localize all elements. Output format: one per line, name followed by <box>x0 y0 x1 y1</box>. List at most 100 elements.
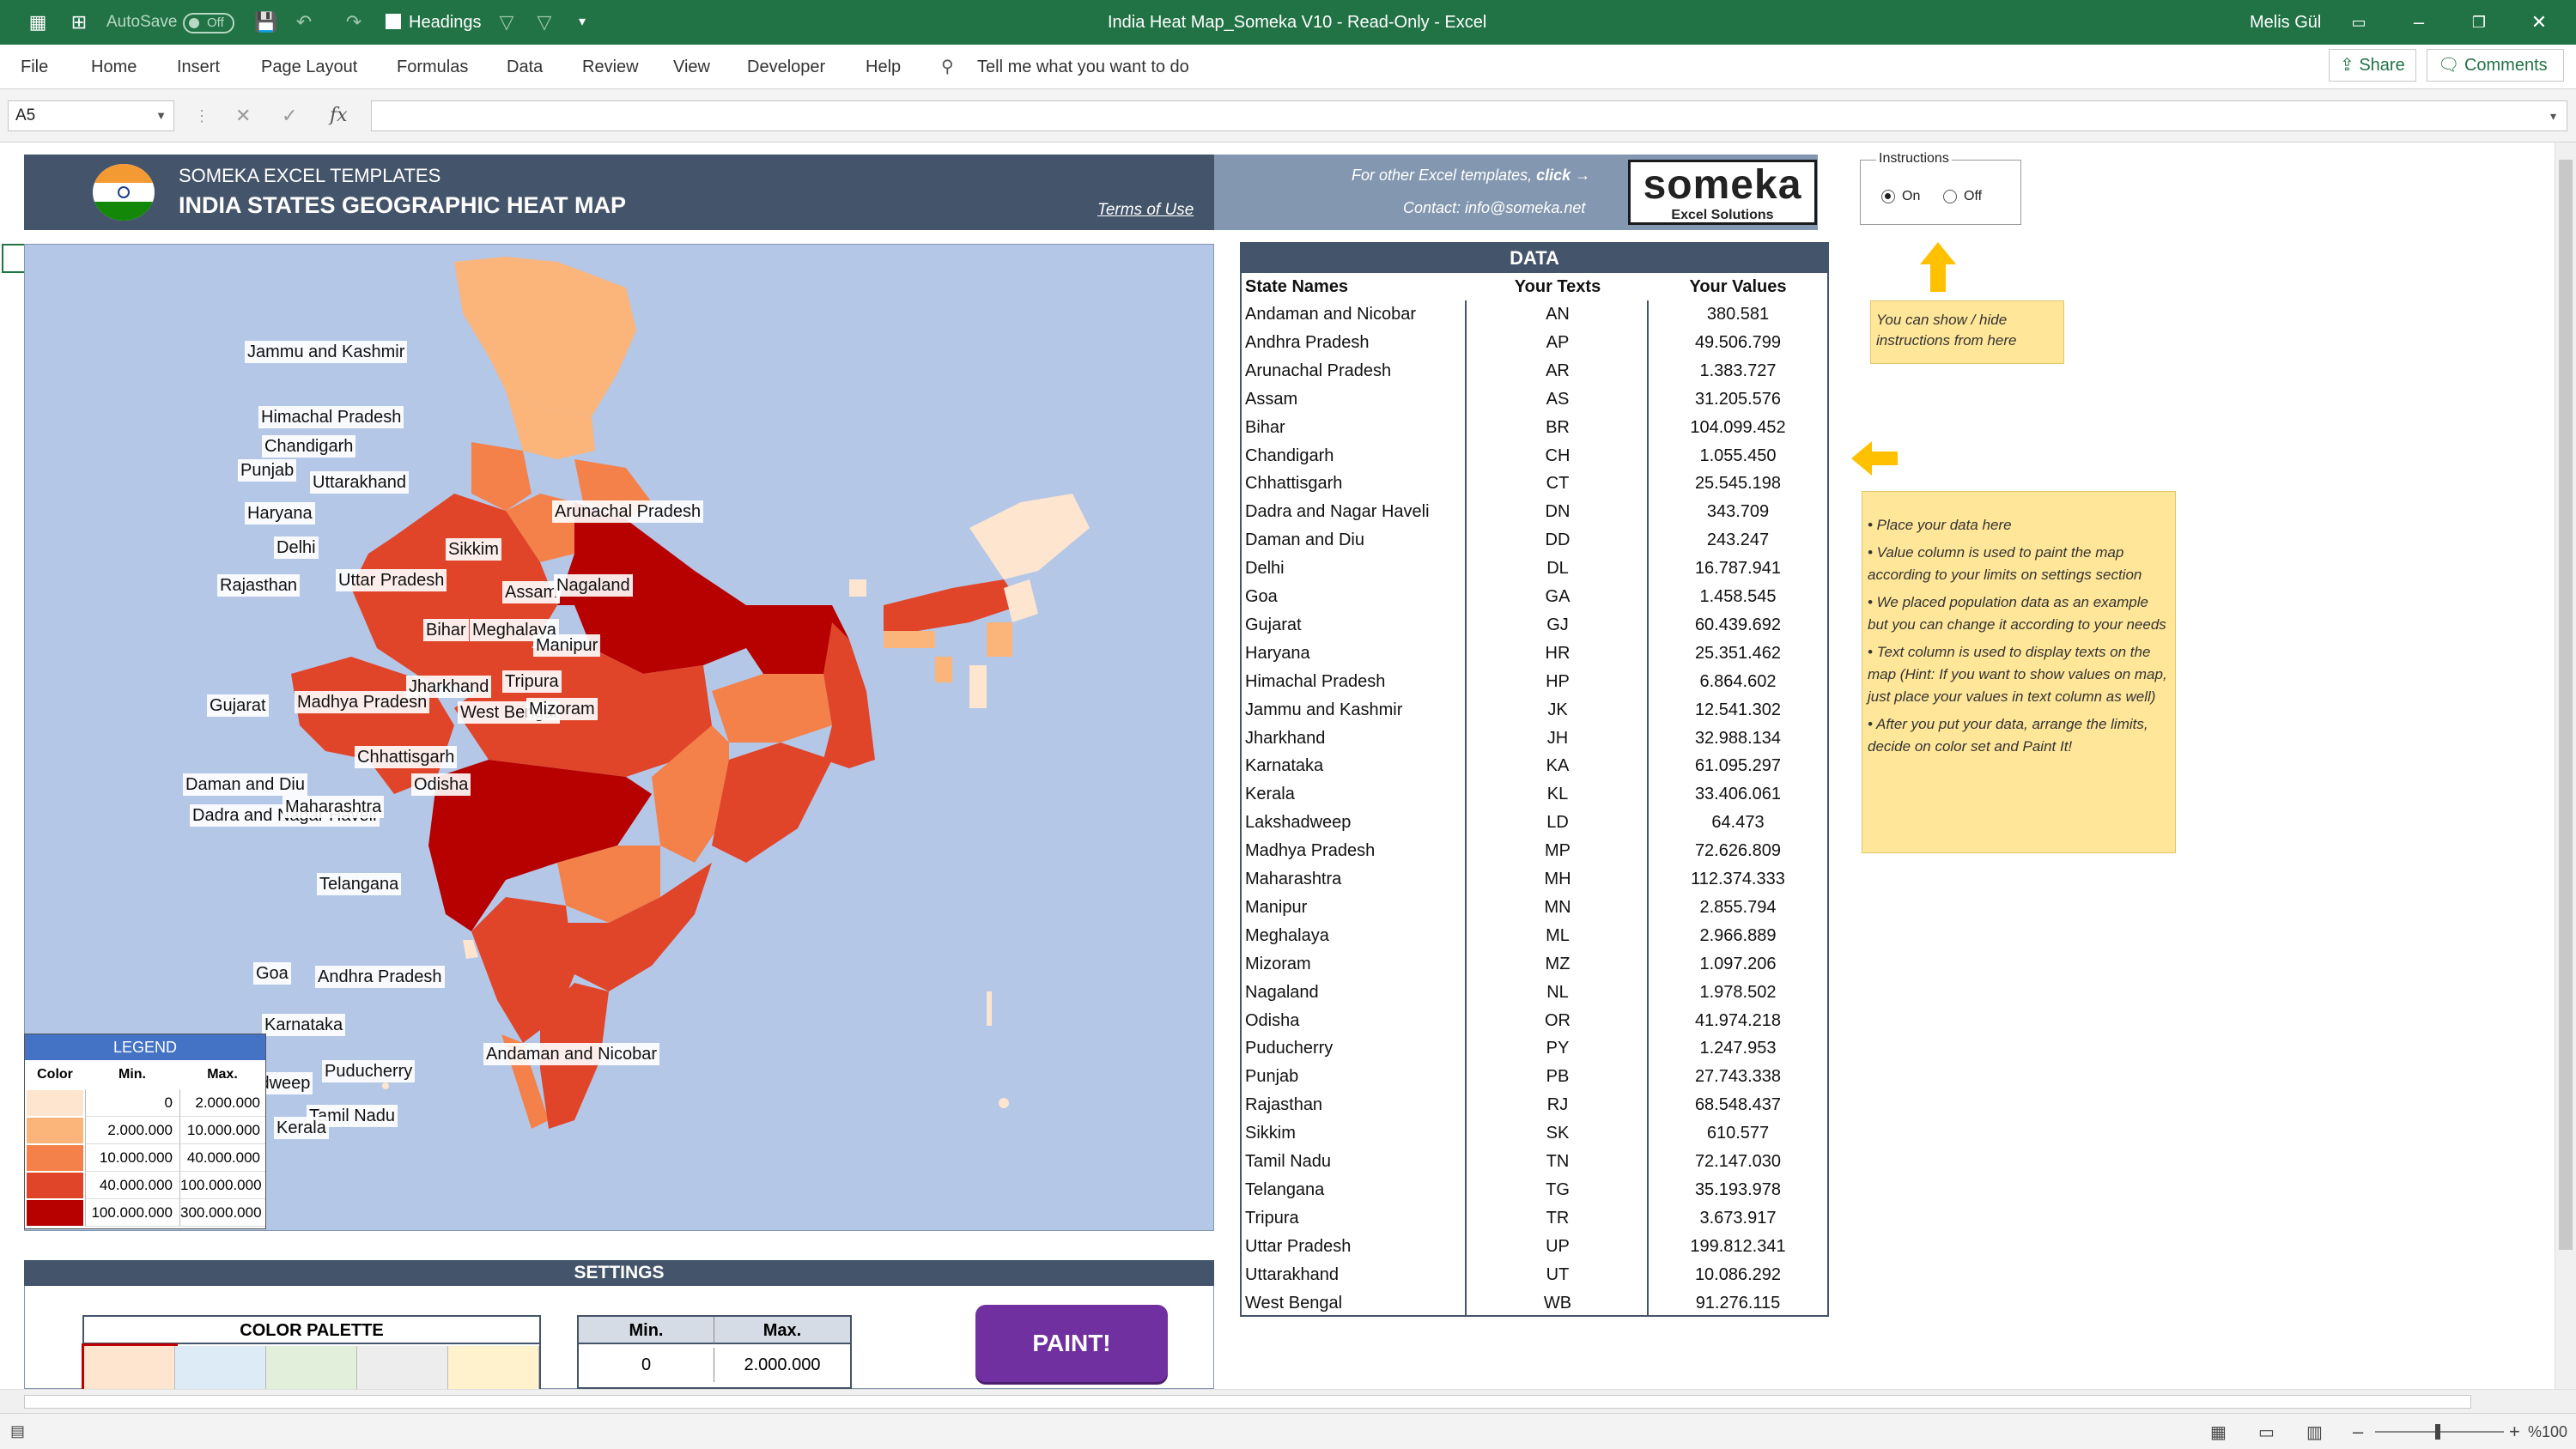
table-row[interactable]: Andaman and Nicobar AN 380.581 <box>1242 300 1827 329</box>
state-value-cell[interactable]: 12.541.302 <box>1649 696 1827 724</box>
state-name-cell[interactable]: Manipur <box>1245 894 1307 922</box>
tab-page-layout[interactable]: Page Layout <box>261 45 357 89</box>
paint-button[interactable]: PAINT! <box>975 1305 1168 1382</box>
state-text-cell[interactable]: CH <box>1467 442 1649 470</box>
state-name-cell[interactable]: Maharashtra <box>1245 865 1341 894</box>
name-box[interactable]: A5 ▼ <box>8 100 174 131</box>
state-text-cell[interactable]: PB <box>1467 1063 1649 1091</box>
close-icon[interactable]: ✕ <box>2509 0 2569 45</box>
state-value-cell[interactable]: 3.673.917 <box>1649 1204 1827 1233</box>
state-name-cell[interactable]: Haryana <box>1245 640 1310 668</box>
table-row[interactable]: Sikkim SK 610.577 <box>1242 1119 1827 1148</box>
state-name-cell[interactable]: Telangana <box>1245 1176 1324 1204</box>
table-row[interactable]: Rajasthan RJ 68.548.437 <box>1242 1091 1827 1119</box>
state-text-cell[interactable]: AR <box>1467 357 1649 385</box>
state-name-cell[interactable]: Jharkhand <box>1245 724 1325 753</box>
table-row[interactable]: Andhra Pradesh AP 49.506.799 <box>1242 329 1827 357</box>
state-name-cell[interactable]: Assam <box>1245 385 1297 414</box>
state-value-cell[interactable]: 112.374.333 <box>1649 865 1827 894</box>
state-value-cell[interactable]: 104.099.452 <box>1649 414 1827 442</box>
state-name-cell[interactable]: Dadra and Nagar Haveli <box>1245 498 1430 526</box>
table-row[interactable]: Jammu and Kashmir JK 12.541.302 <box>1242 696 1827 724</box>
state-value-cell[interactable]: 91.276.115 <box>1649 1289 1827 1318</box>
customize-qat-icon[interactable]: ▾ <box>570 10 594 34</box>
state-text-cell[interactable]: HP <box>1467 668 1649 696</box>
horizontal-scrollbar[interactable] <box>0 1389 2576 1413</box>
state-value-cell[interactable]: 72.626.809 <box>1649 837 1827 865</box>
state-name-cell[interactable]: Jammu and Kashmir <box>1245 696 1402 724</box>
state-value-cell[interactable]: 49.506.799 <box>1649 329 1827 357</box>
state-name-cell[interactable]: Madhya Pradesh <box>1245 837 1375 865</box>
contact-text[interactable]: Contact: info@someka.net <box>1403 199 1585 217</box>
state-text-cell[interactable]: OR <box>1467 1007 1649 1035</box>
table-row[interactable]: Meghalaya ML 2.966.889 <box>1242 922 1827 950</box>
state-text-cell[interactable]: AN <box>1467 300 1649 329</box>
table-row[interactable]: Karnataka KA 61.095.297 <box>1242 752 1827 780</box>
ribbon-display-icon[interactable]: ▭ <box>2329 0 2389 45</box>
tab-file[interactable]: File <box>21 45 48 89</box>
macro-record-icon[interactable]: ▤ <box>10 1422 25 1440</box>
table-row[interactable]: Kerala KL 33.406.061 <box>1242 780 1827 809</box>
state-text-cell[interactable]: DD <box>1467 526 1649 555</box>
table-row[interactable]: Uttarakhand UT 10.086.292 <box>1242 1261 1827 1289</box>
click-link[interactable]: click → <box>1536 167 1590 184</box>
tab-insert[interactable]: Insert <box>177 45 220 89</box>
autosave-toggle[interactable]: Off <box>183 13 234 33</box>
state-text-cell[interactable]: TG <box>1467 1176 1649 1204</box>
state-name-cell[interactable]: Nagaland <box>1245 979 1319 1007</box>
state-text-cell[interactable]: GA <box>1467 583 1649 611</box>
tab-formulas[interactable]: Formulas <box>397 45 468 89</box>
table-row[interactable]: Haryana HR 25.351.462 <box>1242 640 1827 668</box>
table-row[interactable]: Jharkhand JH 32.988.134 <box>1242 724 1827 753</box>
state-text-cell[interactable]: GJ <box>1467 611 1649 640</box>
confirm-entry-icon[interactable]: ✓ <box>282 100 297 131</box>
normal-view-icon[interactable]: ▦ <box>2210 1422 2227 1443</box>
state-text-cell[interactable]: AS <box>1467 385 1649 414</box>
comments-button[interactable]: 🗨 Comments <box>2427 49 2564 82</box>
state-value-cell[interactable]: 2.966.889 <box>1649 922 1827 950</box>
state-name-cell[interactable]: Daman and Diu <box>1245 526 1364 555</box>
someka-logo[interactable]: someka Excel Solutions <box>1628 160 1817 225</box>
table-row[interactable]: Puducherry PY 1.247.953 <box>1242 1034 1827 1063</box>
state-value-cell[interactable]: 25.351.462 <box>1649 640 1827 668</box>
user-name[interactable]: Melis Gül <box>2250 0 2321 45</box>
state-value-cell[interactable]: 610.577 <box>1649 1119 1827 1148</box>
save-icon[interactable]: 💾 <box>254 10 278 34</box>
table-row[interactable]: Gujarat GJ 60.439.692 <box>1242 611 1827 640</box>
state-text-cell[interactable]: LD <box>1467 809 1649 837</box>
state-text-cell[interactable]: WB <box>1467 1289 1649 1318</box>
palette-swatch[interactable] <box>266 1346 357 1389</box>
table-row[interactable]: Mizoram MZ 1.097.206 <box>1242 950 1827 979</box>
state-value-cell[interactable]: 60.439.692 <box>1649 611 1827 640</box>
grid-view-icon[interactable]: ⊞ <box>67 10 91 34</box>
state-text-cell[interactable]: MP <box>1467 837 1649 865</box>
state-name-cell[interactable]: Karnataka <box>1245 752 1323 780</box>
table-row[interactable]: West Bengal WB 91.276.115 <box>1242 1289 1827 1318</box>
tell-me-box[interactable]: Tell me what you want to do <box>977 45 1189 89</box>
state-text-cell[interactable]: MN <box>1467 894 1649 922</box>
state-text-cell[interactable]: NL <box>1467 979 1649 1007</box>
filter-icon[interactable]: ▽ <box>495 10 519 34</box>
palette-swatch[interactable] <box>82 1343 178 1391</box>
insert-function-icon[interactable]: fx <box>330 100 348 131</box>
state-value-cell[interactable]: 72.147.030 <box>1649 1148 1827 1176</box>
table-row[interactable]: Delhi DL 16.787.941 <box>1242 555 1827 583</box>
state-name-cell[interactable]: Odisha <box>1245 1007 1299 1035</box>
table-row[interactable]: Himachal Pradesh HP 6.864.602 <box>1242 668 1827 696</box>
scroll-thumb[interactable] <box>24 1395 2471 1409</box>
state-value-cell[interactable]: 68.548.437 <box>1649 1091 1827 1119</box>
limits-max-value[interactable]: 2.000.000 <box>714 1348 850 1382</box>
table-row[interactable]: Arunachal Pradesh AR 1.383.727 <box>1242 357 1827 385</box>
table-row[interactable]: Goa GA 1.458.545 <box>1242 583 1827 611</box>
state-text-cell[interactable]: BR <box>1467 414 1649 442</box>
state-name-cell[interactable]: Sikkim <box>1245 1119 1296 1148</box>
table-row[interactable]: Dadra and Nagar Haveli DN 343.709 <box>1242 498 1827 526</box>
state-value-cell[interactable]: 1.247.953 <box>1649 1034 1827 1063</box>
palette-swatch[interactable] <box>175 1346 266 1389</box>
zoom-in-icon[interactable]: + <box>2509 1421 2520 1443</box>
formula-input[interactable] <box>371 100 2567 131</box>
table-row[interactable]: Daman and Diu DD 243.247 <box>1242 526 1827 555</box>
tab-help[interactable]: Help <box>866 45 901 89</box>
zoom-slider-thumb[interactable] <box>2435 1424 2440 1440</box>
state-text-cell[interactable]: RJ <box>1467 1091 1649 1119</box>
